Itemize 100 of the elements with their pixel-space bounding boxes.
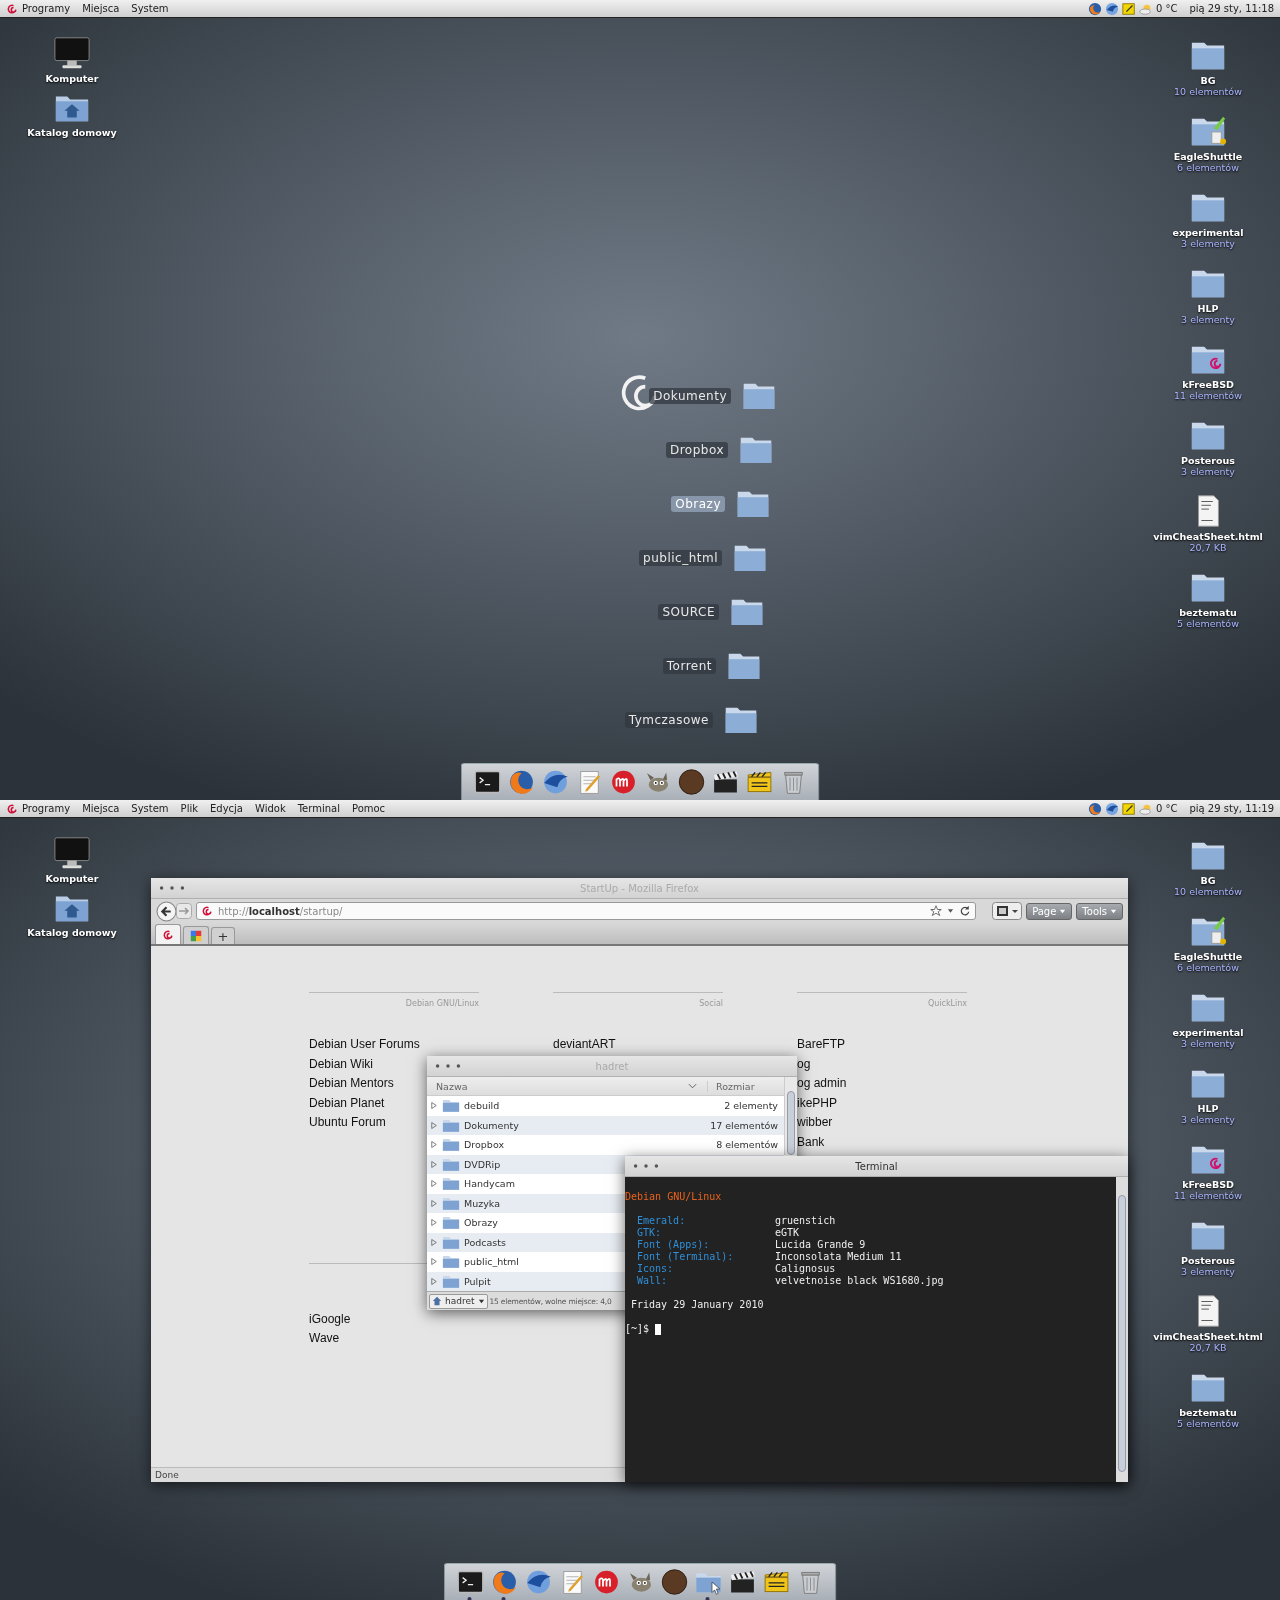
link[interactable]: og admin (797, 1074, 847, 1094)
link[interactable]: og (797, 1054, 811, 1075)
file-name[interactable]: public_html (464, 1256, 519, 1268)
scrollbar[interactable] (1116, 1177, 1128, 1482)
picture-button-icon[interactable] (992, 902, 1023, 920)
file-name[interactable]: Pulpit (464, 1275, 491, 1287)
icon-label[interactable]: experimental (1172, 227, 1244, 238)
bird-globe-icon[interactable] (541, 768, 569, 796)
stack-item-label[interactable]: Torrent (662, 657, 716, 674)
link[interactable]: Bank (797, 1132, 825, 1153)
icon-label[interactable]: HLP (1197, 1103, 1219, 1114)
file-name[interactable]: Dokumenty (464, 1119, 519, 1131)
link[interactable]: Debian Mentors (309, 1074, 394, 1094)
stack-item-label[interactable]: Tymczasowe (624, 711, 713, 728)
scrollbar[interactable] (784, 1077, 797, 1155)
menu-item[interactable]: Widok (255, 803, 286, 814)
terminal-icon[interactable] (473, 768, 501, 796)
link[interactable]: Debian Wiki (309, 1054, 374, 1075)
icon-label[interactable]: beztematu (1179, 607, 1237, 618)
bird-icon[interactable] (1104, 1, 1119, 16)
file-name[interactable]: DVDRip (464, 1158, 501, 1170)
window-controls-icon[interactable] (633, 1163, 659, 1169)
round-logo-icon[interactable] (609, 768, 637, 796)
link[interactable]: deviantART (553, 1035, 616, 1055)
icon-label[interactable]: vimCheatSheet.html (1153, 531, 1263, 542)
icon-label[interactable]: beztematu (1179, 1407, 1237, 1418)
file-name[interactable]: Obrazy (464, 1217, 498, 1229)
firefox-icon[interactable] (1087, 1, 1102, 16)
menu-item[interactable]: Plik (180, 803, 198, 814)
note-icon[interactable] (1121, 801, 1136, 816)
back-icon[interactable] (156, 900, 177, 922)
menu-item[interactable]: Programy (22, 3, 71, 14)
location-button[interactable]: hadret (429, 1293, 488, 1309)
menu-item[interactable]: Programy (22, 803, 71, 814)
icon-label[interactable]: EagleShuttle (1173, 151, 1243, 162)
clapperboard-icon[interactable] (711, 768, 739, 796)
icon-label[interactable]: BG (1200, 75, 1216, 86)
file-name[interactable]: Podcasts (464, 1236, 506, 1248)
avatar-icon[interactable] (677, 768, 705, 796)
sort-caret-icon[interactable] (688, 1083, 697, 1089)
stack-item-label[interactable]: Dokumenty (649, 387, 731, 404)
link[interactable]: Ubuntu Forum (309, 1113, 386, 1133)
column-header[interactable]: Nazwa (427, 1080, 688, 1092)
icon-label[interactable]: kFreeBSD (1182, 1179, 1234, 1190)
file-name[interactable]: Muzyka (464, 1197, 500, 1209)
bird-icon[interactable] (1104, 801, 1119, 816)
icon-label[interactable]: Posterous (1181, 1255, 1235, 1266)
stack-item-label[interactable]: Dropbox (665, 441, 728, 458)
link[interactable]: wibber (797, 1113, 833, 1133)
menu-item[interactable]: System (131, 803, 169, 814)
star-icon[interactable] (930, 905, 943, 917)
link[interactable]: Debian User Forums (309, 1035, 420, 1055)
icon-label[interactable]: Katalog domowy (27, 127, 117, 138)
menu-item[interactable]: System (131, 3, 169, 14)
folder-with-emblem-icon[interactable] (1189, 114, 1227, 148)
icon-label[interactable]: kFreeBSD (1182, 379, 1234, 390)
new-tab-button[interactable]: + (211, 927, 235, 944)
icon-label[interactable]: EagleShuttle (1173, 951, 1243, 962)
swirl-icon[interactable] (6, 802, 18, 815)
menu-item[interactable]: Miejsca (82, 803, 120, 814)
icon-label[interactable]: experimental (1172, 1027, 1244, 1038)
swirl-icon[interactable] (6, 2, 18, 15)
icon-label[interactable]: Katalog domowy (27, 927, 117, 938)
icon-label[interactable]: vimCheatSheet.html (1153, 1331, 1263, 1342)
link[interactable]: BareFTP (797, 1035, 845, 1055)
link[interactable]: Debian Planet (309, 1093, 385, 1114)
monitor-icon[interactable] (53, 836, 91, 870)
window-controls-icon[interactable] (435, 1063, 461, 1069)
note-icon[interactable] (1121, 1, 1136, 16)
terminal-value: eGTK (775, 1227, 801, 1239)
window-controls-icon[interactable] (159, 885, 185, 891)
icon-label[interactable]: Komputer (45, 73, 99, 84)
icon-label[interactable]: HLP (1197, 303, 1219, 314)
browser-tab[interactable] (155, 924, 181, 944)
link[interactable]: ikePHP (797, 1093, 837, 1114)
firefox-icon[interactable] (1087, 801, 1102, 816)
clock[interactable]: pią 29 sty, 11:18 (1189, 3, 1274, 14)
clock[interactable]: pią 29 sty, 11:19 (1189, 803, 1274, 814)
icon-caption: 3 elementy (1181, 466, 1235, 477)
stack-item-label[interactable]: SOURCE (658, 603, 719, 620)
firefox-icon[interactable] (507, 768, 535, 796)
icon-label[interactable]: Posterous (1181, 455, 1235, 466)
menu-item[interactable]: Miejsca (82, 3, 120, 14)
icon-label[interactable]: Komputer (45, 873, 99, 884)
folder-with-emblem-icon[interactable] (1189, 914, 1227, 948)
url-field[interactable]: http://localhost/startup/ (196, 902, 977, 920)
monitor-icon[interactable] (53, 36, 91, 70)
file-name[interactable]: Handycam (464, 1178, 515, 1190)
browser-tab[interactable] (183, 926, 209, 944)
menu-item[interactable]: Terminal (297, 803, 340, 814)
file-name[interactable]: debuild (464, 1100, 500, 1112)
stack-item-label[interactable]: public_html (639, 549, 722, 566)
menu-item[interactable]: Edycja (210, 803, 243, 814)
icon-label[interactable]: BG (1200, 875, 1216, 886)
link[interactable]: Wave (309, 1329, 340, 1349)
menu-item[interactable]: Pomoc (351, 803, 386, 814)
file-name[interactable]: Dropbox (464, 1139, 505, 1151)
reload-icon[interactable] (959, 905, 972, 917)
link[interactable]: iGoogle (309, 1309, 351, 1330)
running-indicator (705, 1597, 710, 1600)
